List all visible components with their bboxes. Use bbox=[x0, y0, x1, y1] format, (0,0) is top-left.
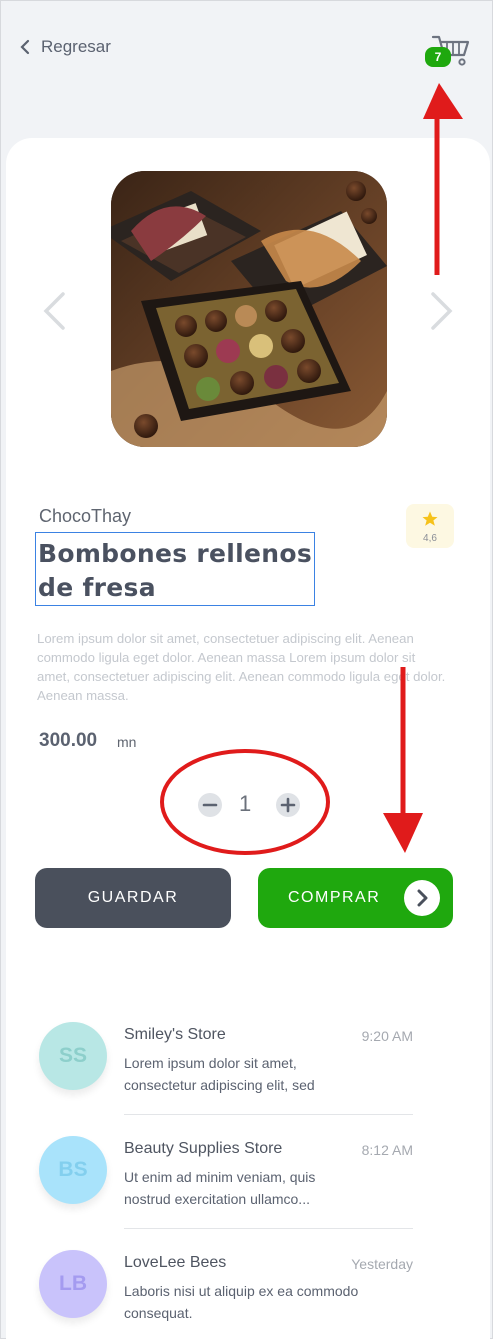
conversation-time: 8:12 AM bbox=[361, 1142, 413, 1158]
conversation-preview: Ut enim ad minim veniam, quis nostrud ex… bbox=[124, 1169, 316, 1207]
cart-button[interactable]: 7 bbox=[425, 31, 471, 71]
avatar: SS bbox=[39, 1022, 107, 1090]
conversation-time: 9:20 AM bbox=[361, 1028, 413, 1044]
buy-arrow bbox=[404, 880, 440, 916]
conversation-name: Beauty Supplies Store bbox=[124, 1140, 283, 1157]
rating-badge: 4,6 bbox=[406, 504, 454, 548]
product-title[interactable]: Bombones rellenos de fresa bbox=[35, 532, 315, 606]
quantity-highlight-circle bbox=[160, 749, 330, 855]
price-currency: mn bbox=[117, 734, 137, 750]
conversation-name: LoveLee Bees bbox=[124, 1254, 227, 1271]
product-price: 300.00 bbox=[39, 730, 98, 751]
next-image-button[interactable] bbox=[429, 291, 455, 331]
previous-image-button[interactable] bbox=[41, 291, 67, 331]
buy-button-label: COMPRAR bbox=[288, 889, 381, 906]
annotation-arrow-down bbox=[383, 667, 423, 853]
save-button[interactable]: GUARDAR bbox=[35, 868, 231, 928]
avatar: LB bbox=[39, 1250, 107, 1318]
conversation-item[interactable]: LB LoveLee Bees Yesterday Laboris nisi u… bbox=[39, 1250, 413, 1339]
product-image bbox=[111, 171, 387, 447]
cart-count-badge: 7 bbox=[425, 47, 451, 67]
conversation-preview: Laboris nisi ut aliquip ex ea commodo co… bbox=[124, 1283, 359, 1321]
conversation-time: Yesterday bbox=[351, 1256, 413, 1272]
product-title-line-1: Bombones rellenos bbox=[38, 539, 313, 568]
annotation-arrow-up bbox=[423, 83, 463, 275]
star-icon bbox=[422, 511, 438, 526]
top-bar: Regresar 7 bbox=[1, 1, 493, 121]
buy-button[interactable]: COMPRAR bbox=[258, 868, 453, 928]
conversation-name: Smiley's Store bbox=[124, 1026, 226, 1043]
avatar: BS bbox=[39, 1136, 107, 1204]
product-brand: ChocoThay bbox=[39, 506, 132, 526]
product-title-line-2: de fresa bbox=[38, 573, 156, 602]
divider bbox=[124, 1228, 413, 1229]
chevron-left-icon bbox=[43, 292, 65, 330]
divider bbox=[124, 1114, 413, 1115]
chevron-right-icon bbox=[417, 889, 428, 907]
back-button[interactable]: Regresar bbox=[19, 37, 111, 57]
back-label: Regresar bbox=[41, 37, 111, 56]
conversation-item[interactable]: SS Smiley's Store 9:20 AM Lorem ipsum do… bbox=[39, 1022, 413, 1136]
conversation-preview: Lorem ipsum dolor sit amet, consectetur … bbox=[124, 1055, 315, 1093]
rating-value: 4,6 bbox=[423, 533, 437, 544]
chevron-right-icon bbox=[431, 292, 453, 330]
chevron-left-icon bbox=[20, 39, 30, 55]
conversation-item[interactable]: BS Beauty Supplies Store 8:12 AM Ut enim… bbox=[39, 1136, 413, 1250]
